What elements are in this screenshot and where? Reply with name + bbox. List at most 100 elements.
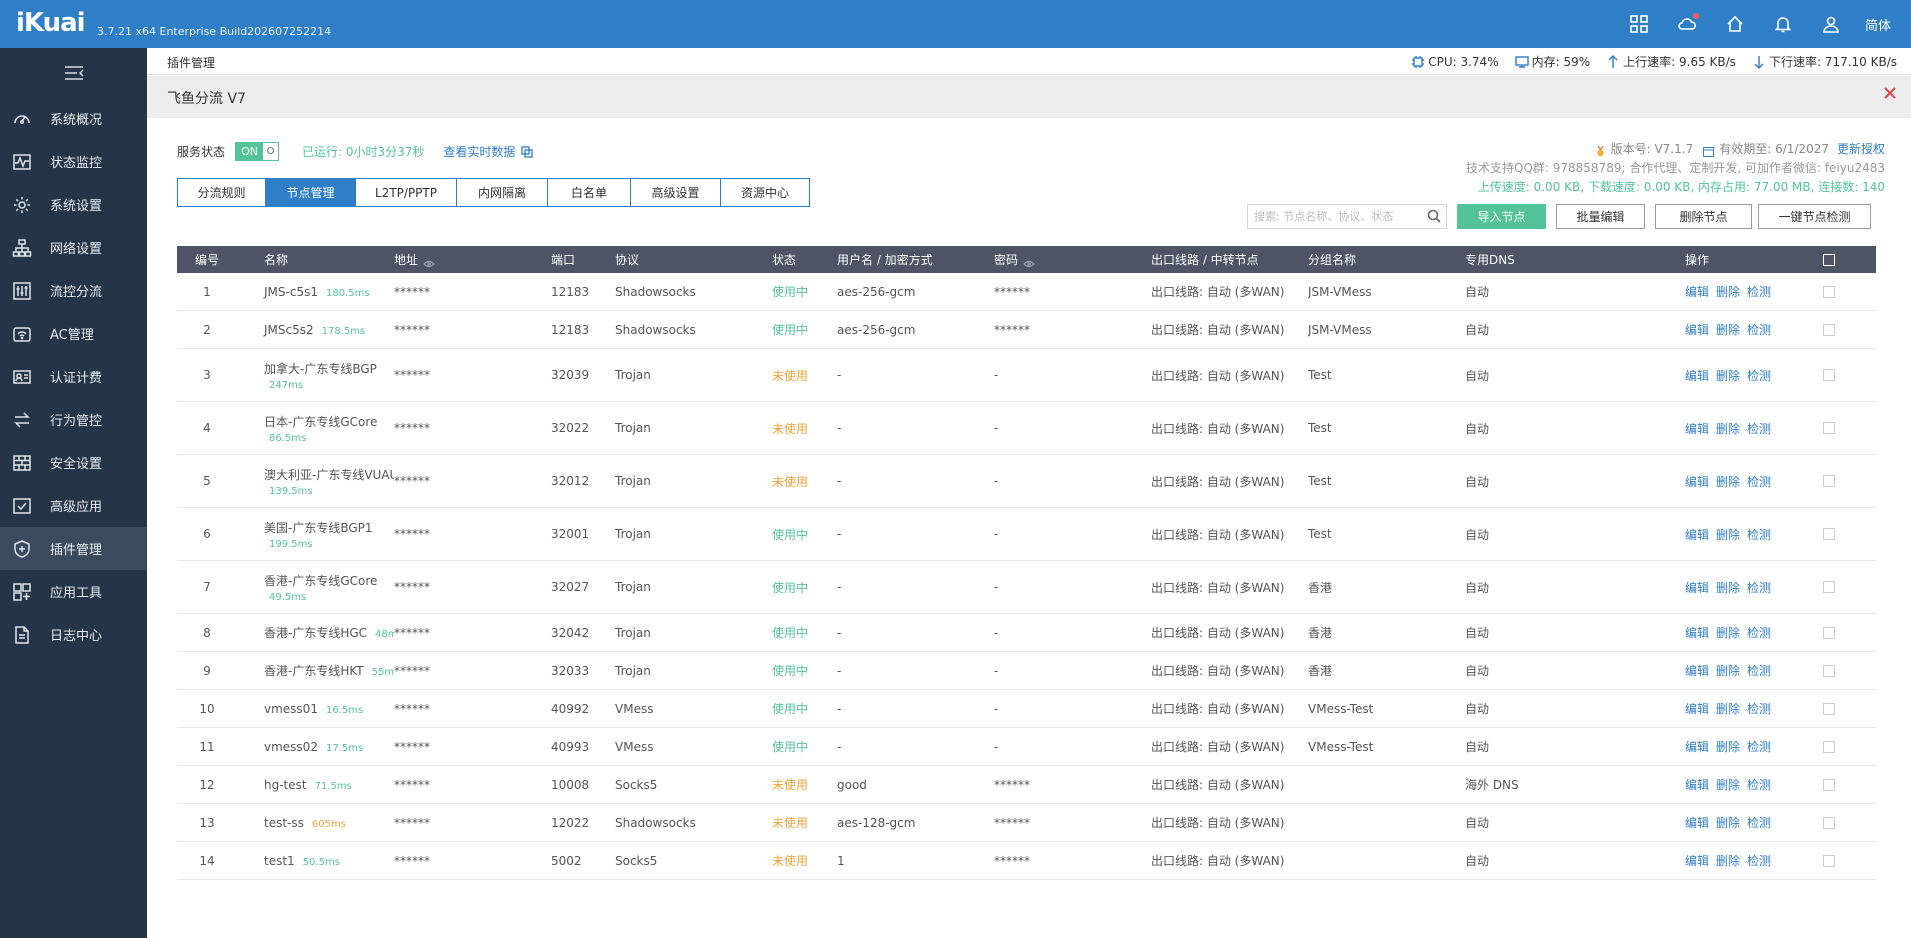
check-button[interactable]: 检测: [1747, 854, 1771, 868]
tab-resources[interactable]: 资源中心: [721, 179, 809, 206]
delete-button[interactable]: 删除: [1716, 778, 1740, 792]
delete-button[interactable]: 删除: [1716, 369, 1740, 383]
row-checkbox[interactable]: [1812, 816, 1846, 829]
check-button[interactable]: 检测: [1747, 740, 1771, 754]
sidebar-item-system-settings[interactable]: 系统设置: [0, 183, 147, 226]
row-name[interactable]: 香港-广东专线GCore 49.5ms: [237, 572, 394, 603]
bell-icon[interactable]: [1759, 0, 1807, 48]
row-checkbox[interactable]: [1812, 475, 1846, 487]
edit-button[interactable]: 编辑: [1685, 528, 1709, 542]
delete-button[interactable]: 删除: [1716, 664, 1740, 678]
sidebar-item-ac[interactable]: AC管理: [0, 312, 147, 355]
check-button[interactable]: 检测: [1747, 323, 1771, 337]
sidebar-item-auth[interactable]: 认证计费: [0, 355, 147, 398]
row-checkbox[interactable]: [1812, 581, 1846, 593]
row-name[interactable]: vmess01 16.5ms: [237, 702, 394, 716]
edit-button[interactable]: 编辑: [1685, 369, 1709, 383]
delete-button[interactable]: 删除: [1716, 854, 1740, 868]
row-checkbox[interactable]: [1812, 778, 1846, 791]
check-button[interactable]: 检测: [1747, 626, 1771, 640]
logo[interactable]: iKuai: [16, 8, 86, 38]
cloud-icon[interactable]: [1663, 0, 1711, 48]
row-checkbox[interactable]: [1812, 626, 1846, 639]
service-toggle[interactable]: ON O: [235, 142, 280, 161]
home-icon[interactable]: [1711, 0, 1759, 48]
sidebar-item-behavior[interactable]: 行为管控: [0, 398, 147, 441]
check-button[interactable]: 检测: [1747, 528, 1771, 542]
row-checkbox[interactable]: [1812, 528, 1846, 540]
row-name[interactable]: 香港-广东专线HGC 48ms: [237, 624, 394, 641]
edit-button[interactable]: 编辑: [1685, 702, 1709, 716]
row-checkbox[interactable]: [1812, 369, 1846, 381]
tab-nodes[interactable]: 节点管理: [266, 179, 356, 206]
check-all-nodes-button[interactable]: 一键节点检测: [1758, 204, 1871, 229]
check-button[interactable]: 检测: [1747, 816, 1771, 830]
delete-button[interactable]: 删除: [1716, 816, 1740, 830]
sidebar-item-overview[interactable]: 系统概况: [0, 97, 147, 140]
edit-button[interactable]: 编辑: [1685, 626, 1709, 640]
delete-button[interactable]: 删除: [1716, 626, 1740, 640]
tab-advanced[interactable]: 高级设置: [631, 179, 721, 206]
realtime-data-link[interactable]: 查看实时数据: [443, 143, 515, 160]
check-button[interactable]: 检测: [1747, 285, 1771, 299]
import-node-button[interactable]: 导入节点: [1457, 204, 1546, 229]
edit-button[interactable]: 编辑: [1685, 475, 1709, 489]
edit-button[interactable]: 编辑: [1685, 816, 1709, 830]
check-button[interactable]: 检测: [1747, 702, 1771, 716]
edit-button[interactable]: 编辑: [1685, 581, 1709, 595]
row-name[interactable]: 日本-广东专线GCore 86.5ms: [237, 413, 394, 444]
row-checkbox[interactable]: [1812, 740, 1846, 753]
delete-button[interactable]: 删除: [1716, 528, 1740, 542]
row-name[interactable]: 加拿大-广东专线BGP 247ms: [237, 360, 394, 391]
grid-icon[interactable]: [1615, 0, 1663, 48]
edit-button[interactable]: 编辑: [1685, 854, 1709, 868]
close-icon[interactable]: [1883, 86, 1899, 102]
batch-edit-button[interactable]: 批量编辑: [1556, 204, 1645, 229]
search-icon[interactable]: [1427, 209, 1441, 223]
edit-button[interactable]: 编辑: [1685, 664, 1709, 678]
row-name[interactable]: 美国-广东专线BGP1 199.5ms: [237, 519, 394, 550]
eye-icon[interactable]: [423, 257, 435, 267]
row-checkbox[interactable]: [1812, 422, 1846, 434]
eye-icon[interactable]: [1023, 257, 1035, 267]
row-name[interactable]: JMS-c5s1 180.5ms: [237, 285, 394, 299]
check-button[interactable]: 检测: [1747, 581, 1771, 595]
tab-l2tp-pptp[interactable]: L2TP/PPTP: [356, 179, 457, 206]
sidebar-item-monitor[interactable]: 状态监控: [0, 140, 147, 183]
sidebar-item-network[interactable]: 网络设置: [0, 226, 147, 269]
delete-button[interactable]: 删除: [1716, 702, 1740, 716]
language-switch[interactable]: 简体: [1865, 15, 1891, 34]
row-checkbox[interactable]: [1812, 664, 1846, 677]
renew-license-link[interactable]: 更新授权: [1837, 140, 1885, 159]
edit-button[interactable]: 编辑: [1685, 740, 1709, 754]
select-all-checkbox[interactable]: [1812, 253, 1846, 266]
delete-button[interactable]: 删除: [1716, 323, 1740, 337]
row-name[interactable]: JMSc5s2 178.5ms: [237, 323, 394, 337]
row-name[interactable]: hg-test 71.5ms: [237, 778, 394, 792]
delete-button[interactable]: 删除: [1716, 422, 1740, 436]
check-button[interactable]: 检测: [1747, 664, 1771, 678]
sidebar-item-advanced[interactable]: 高级应用: [0, 484, 147, 527]
check-button[interactable]: 检测: [1747, 475, 1771, 489]
external-link-icon[interactable]: [521, 145, 534, 158]
row-checkbox[interactable]: [1812, 702, 1846, 715]
row-checkbox[interactable]: [1812, 323, 1846, 336]
row-checkbox[interactable]: [1812, 854, 1846, 867]
row-name[interactable]: test-ss 605ms: [237, 816, 394, 830]
tab-rules[interactable]: 分流规则: [178, 179, 266, 206]
row-name[interactable]: 香港-广东专线HKT 55ms: [237, 662, 394, 679]
row-name[interactable]: test1 50.5ms: [237, 854, 394, 868]
tab-isolation[interactable]: 内网隔离: [457, 179, 548, 206]
sidebar-item-tools[interactable]: 应用工具: [0, 570, 147, 613]
delete-button[interactable]: 删除: [1716, 581, 1740, 595]
check-button[interactable]: 检测: [1747, 369, 1771, 383]
row-name[interactable]: 澳大利亚-广东专线VUAU 139.5ms: [237, 466, 394, 497]
delete-button[interactable]: 删除: [1716, 475, 1740, 489]
row-name[interactable]: vmess02 17.5ms: [237, 740, 394, 754]
check-button[interactable]: 检测: [1747, 778, 1771, 792]
sidebar-item-flow-control[interactable]: 流控分流: [0, 269, 147, 312]
sidebar-item-plugins[interactable]: 插件管理: [0, 527, 147, 570]
edit-button[interactable]: 编辑: [1685, 285, 1709, 299]
row-checkbox[interactable]: [1812, 285, 1846, 298]
check-button[interactable]: 检测: [1747, 422, 1771, 436]
